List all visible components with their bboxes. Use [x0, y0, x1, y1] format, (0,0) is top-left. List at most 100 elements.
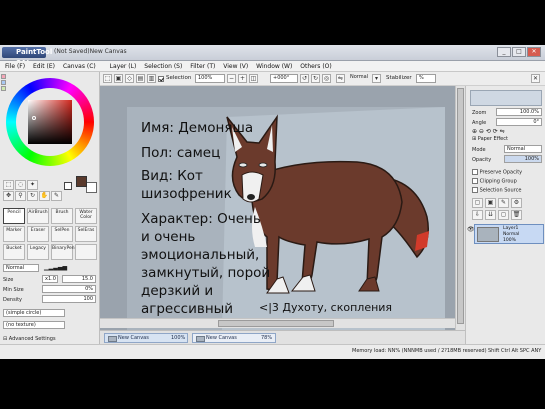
brush-slot[interactable]: SelPen [51, 226, 73, 242]
invert-selection-icon[interactable]: ▣ [114, 74, 123, 83]
menu-filter[interactable]: Filter (T) [187, 61, 218, 72]
brush-slot[interactable]: Bucket [3, 244, 25, 260]
rotate-icon[interactable]: ↻ [27, 191, 38, 201]
navigator-preview[interactable] [470, 90, 542, 106]
nav-angle-field[interactable]: 0° [496, 118, 542, 126]
close-button[interactable]: ✕ [527, 47, 541, 57]
deselect-icon[interactable]: ⬚ [103, 74, 112, 83]
transparent-color-swatch[interactable] [64, 182, 72, 190]
zoom-field[interactable]: 100% [195, 74, 225, 83]
zoom-in-icon[interactable]: + [238, 74, 247, 83]
menu-window[interactable]: Window (W) [253, 61, 295, 72]
selection-visibility-icon[interactable]: ◇ [125, 74, 134, 83]
clipping-group-checkbox[interactable]: Clipping Group [472, 178, 517, 185]
clipping-group-label: Clipping Group [479, 178, 517, 185]
angle-field[interactable]: +000° [270, 74, 298, 83]
min-size-slider[interactable]: 0% [42, 285, 96, 293]
zoom-out-icon[interactable]: − [227, 74, 236, 83]
paste-icon[interactable]: ▥ [147, 74, 156, 83]
brush-slot[interactable]: Pencil [3, 208, 25, 224]
canvas-toolbar: ⬚ ▣ ◇ ▤ ▥ Selection 100% − + ◫ +000° ↺ ↻… [100, 72, 545, 86]
menu-edit[interactable]: Edit (E) [30, 61, 58, 72]
transfer-down-icon[interactable]: ⇩ [472, 210, 483, 220]
hand-icon[interactable]: ✋ [39, 191, 50, 201]
canvas-document[interactable]: Имя: Демоняша Пол: самец Вид: Кот шизофр… [127, 107, 445, 330]
size-slider[interactable]: 15.0 [62, 275, 96, 283]
zoom-icon[interactable]: ⚲ [15, 191, 26, 201]
brush-texture-select[interactable]: (no texture) [3, 321, 65, 329]
vertical-scroll-thumb[interactable] [457, 88, 464, 324]
paper-effect-toggle[interactable]: ⊞ Paper Effect [472, 136, 508, 142]
horizontal-scrollbar[interactable] [100, 318, 455, 328]
selection-checkbox[interactable] [158, 75, 164, 82]
preserve-opacity-checkbox[interactable]: Preserve Opacity [472, 169, 522, 176]
layer-opacity-slider[interactable]: 100% [504, 155, 542, 163]
density-label: Density [3, 297, 23, 303]
brush-slot[interactable] [75, 244, 97, 260]
brush-slot-label: Marker [6, 228, 22, 233]
maximize-button[interactable]: □ [512, 47, 526, 57]
selection-source-checkbox[interactable]: Selection Source [472, 187, 521, 194]
brush-mode-select[interactable]: Normal [3, 264, 39, 272]
secondary-color-swatch[interactable] [86, 182, 97, 193]
layer-item[interactable]: Layer1 Normal 100% [474, 224, 544, 244]
brush-slot[interactable]: Water Color [75, 208, 97, 224]
menu-selection[interactable]: Selection (S) [141, 61, 185, 72]
brush-slot[interactable]: Legacy [27, 244, 49, 260]
menu-file[interactable]: File (F) [2, 61, 28, 72]
clear-layer-icon[interactable]: ◻ [498, 210, 509, 220]
brush-slot[interactable]: Eraser [27, 226, 49, 242]
rotate-left-icon[interactable]: ↺ [300, 74, 309, 83]
primary-color-swatch[interactable] [76, 176, 87, 187]
select-rect-icon[interactable]: ⬚ [3, 180, 14, 190]
nav-zoom-field[interactable]: 100.0% [496, 108, 542, 116]
rotate-right-icon[interactable]: ↻ [311, 74, 320, 83]
layer-visibility-icon[interactable]: 👁 [467, 226, 475, 242]
brush-shape-select[interactable]: (simple circle) [3, 309, 65, 317]
layer-settings-icon[interactable]: ⚙ [511, 198, 522, 208]
brush-edge-shapes[interactable]: ▁▂▃▄▅ [44, 264, 67, 271]
right-panel: Zoom 100.0% Angle 0° ⊕ ⊖ ⟲ ⟳ ⇋ ⊞ Paper E… [465, 86, 545, 344]
brush-slot[interactable]: SelEras [75, 226, 97, 242]
lasso-icon[interactable]: ◌ [15, 180, 26, 190]
canvas-text-line-9: дерзкий и [141, 283, 214, 299]
menu-view[interactable]: View (V) [220, 61, 251, 72]
brush-slot[interactable]: BinaryPen [51, 244, 75, 260]
delete-layer-icon[interactable]: 🗑 [511, 210, 522, 220]
canvas-area[interactable]: Имя: Демоняша Пол: самец Вид: Кот шизофр… [100, 86, 465, 330]
move-icon[interactable]: ✥ [3, 191, 14, 201]
magic-wand-icon[interactable]: ✦ [27, 180, 38, 190]
density-slider[interactable]: 100 [42, 295, 96, 303]
eyedropper-icon[interactable]: ✎ [51, 191, 62, 201]
canvas-tab-1[interactable]: New Canvas 100% [104, 333, 188, 343]
toolbar-close-icon[interactable]: ✕ [531, 74, 540, 83]
canvas-text-line-6: и очень [141, 229, 196, 245]
flip-icon[interactable]: ⇋ [336, 74, 345, 83]
selection-label: Selection [166, 75, 192, 81]
advanced-settings-toggle[interactable]: ⊟ Advanced Settings [3, 336, 56, 342]
vertical-scrollbar[interactable] [455, 86, 465, 330]
merge-down-icon[interactable]: ⇊ [485, 210, 496, 220]
brush-slot[interactable]: Brush [51, 208, 73, 224]
layer-mode-select[interactable]: Normal [504, 145, 542, 153]
canvas-tab-2[interactable]: New Canvas 78% [192, 333, 276, 343]
canvas-tab-1-label: New Canvas [118, 335, 149, 341]
blend-dropdown-icon[interactable]: ▾ [372, 74, 381, 83]
menu-canvas[interactable]: Canvas (C) [60, 61, 99, 72]
size-multiplier[interactable]: x1.0 [42, 275, 58, 283]
menu-others[interactable]: Others (O) [297, 61, 334, 72]
new-linework-layer-icon[interactable]: ✎ [498, 198, 509, 208]
brush-slot[interactable]: AirBrush [27, 208, 49, 224]
brush-slot[interactable]: Marker [3, 226, 25, 242]
saturation-value-square[interactable] [28, 100, 72, 144]
horizontal-scroll-thumb[interactable] [218, 320, 334, 327]
rotate-reset-icon[interactable]: ◎ [322, 74, 331, 83]
zoom-reset-icon[interactable]: ◫ [249, 74, 258, 83]
stabilizer-field[interactable]: % [416, 74, 436, 83]
minimize-button[interactable]: _ [497, 47, 511, 57]
new-layer-set-icon[interactable]: ▣ [485, 198, 496, 208]
menu-layer[interactable]: Layer (L) [107, 61, 140, 72]
copy-icon[interactable]: ▤ [136, 74, 145, 83]
new-layer-icon[interactable]: ▢ [472, 198, 483, 208]
nav-buttons[interactable]: ⊕ ⊖ ⟲ ⟳ ⇋ [472, 128, 505, 135]
